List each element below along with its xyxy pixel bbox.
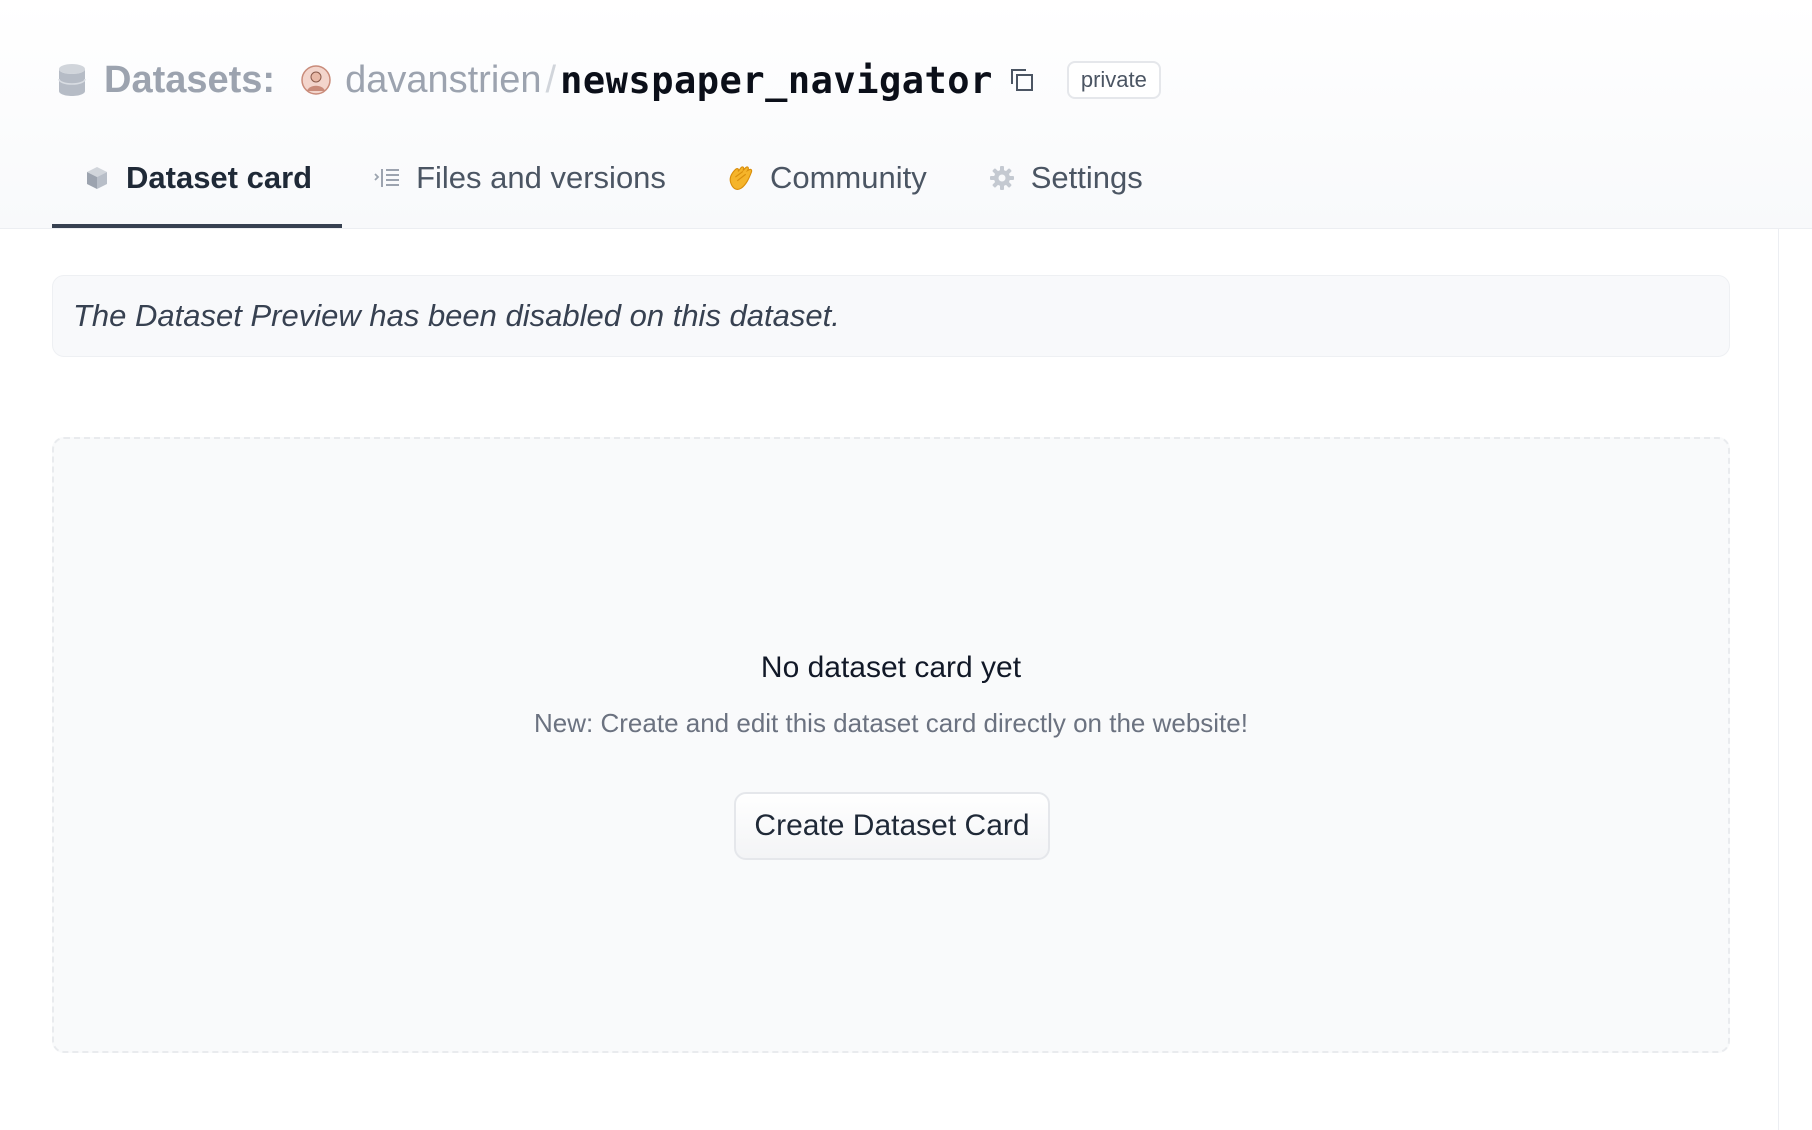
cube-icon bbox=[82, 163, 112, 193]
path-separator: / bbox=[545, 58, 557, 101]
avatar[interactable] bbox=[301, 65, 331, 95]
visibility-badge: private bbox=[1066, 61, 1161, 99]
files-list-icon bbox=[372, 163, 402, 193]
repo-title-row: Datasets: davanstrien / newspaper_naviga… bbox=[58, 56, 1161, 104]
tab-label: Files and versions bbox=[416, 160, 666, 195]
empty-card-subtitle: New: Create and edit this dataset card d… bbox=[534, 708, 1248, 738]
section-label[interactable]: Datasets: bbox=[104, 59, 275, 102]
tab-files-and-versions[interactable]: Files and versions bbox=[342, 150, 696, 228]
tab-dataset-card[interactable]: Dataset card bbox=[52, 150, 343, 228]
clapping-hands-icon bbox=[726, 163, 756, 193]
empty-card-title: No dataset card yet bbox=[760, 651, 1022, 684]
owner-link[interactable]: davanstrien bbox=[345, 59, 541, 102]
gear-icon bbox=[987, 163, 1017, 193]
preview-disabled-notice: The Dataset Preview has been disabled on… bbox=[52, 275, 1730, 357]
tab-community[interactable]: Community bbox=[696, 150, 957, 228]
copy-icon[interactable] bbox=[1007, 65, 1037, 95]
database-icon bbox=[58, 63, 86, 97]
repo-tabs: Dataset card Files and versions Communit… bbox=[52, 150, 1173, 228]
repo-name[interactable]: newspaper_navigator bbox=[560, 59, 993, 102]
tab-label: Settings bbox=[1030, 160, 1143, 195]
tab-label: Community bbox=[769, 160, 927, 195]
tab-label: Dataset card bbox=[126, 160, 313, 195]
repo-header: Datasets: davanstrien / newspaper_naviga… bbox=[0, 0, 1812, 229]
empty-dataset-card: No dataset card yet New: Create and edit… bbox=[52, 437, 1730, 1053]
sidebar-divider bbox=[1778, 228, 1779, 1130]
tab-settings[interactable]: Settings bbox=[957, 150, 1173, 228]
create-dataset-card-button[interactable]: Create Dataset Card bbox=[734, 792, 1050, 860]
notice-text: The Dataset Preview has been disabled on… bbox=[73, 298, 840, 333]
